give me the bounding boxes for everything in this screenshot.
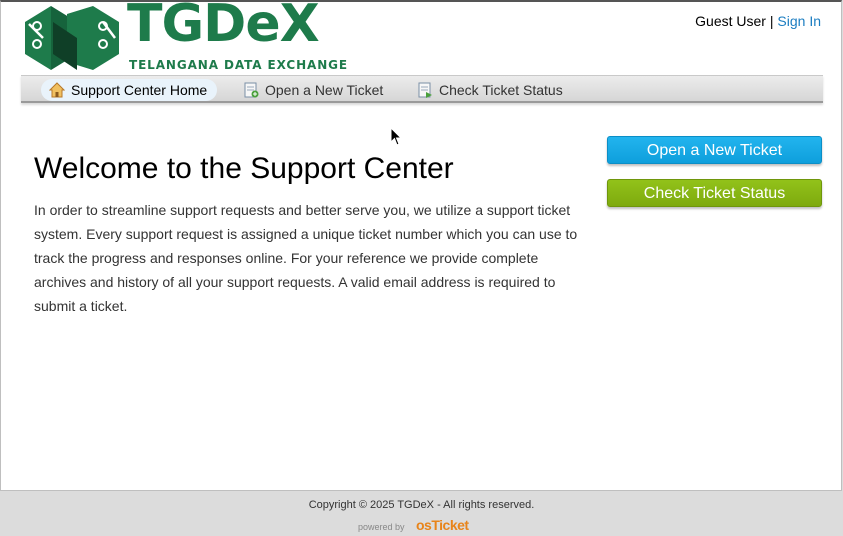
nav-item-new-ticket[interactable]: Open a New Ticket [235,79,393,101]
nav-item-label: Check Ticket Status [439,82,563,98]
nav-item-label: Support Center Home [71,82,208,98]
nav-item-home[interactable]: Support Center Home [41,79,218,101]
guest-user-label: Guest User [695,13,766,29]
open-new-ticket-button[interactable]: Open a New Ticket [607,136,822,164]
brand-logo[interactable]: TGDeX TELANGANA DATA EXCHANGE [23,0,347,74]
tgdex-badge-icon [25,6,119,70]
page-title: Welcome to the Support Center [34,152,454,185]
welcome-text: In order to streamline support requests … [34,202,578,314]
footer-copyright: Copyright © 2025 TGDeX - All rights rese… [308,499,535,511]
brand-tagline: TELANGANA DATA EXCHANGE [129,58,348,72]
mouse-cursor-icon [390,127,402,146]
new-ticket-icon [244,82,259,98]
nav-item-check-status[interactable]: Check Ticket Status [409,79,573,101]
user-separator: | [769,13,774,29]
sign-in-link[interactable]: Sign In [777,13,821,29]
page-container: TGDeX TELANGANA DATA EXCHANGE Guest User… [0,0,842,491]
home-icon [49,82,65,98]
powered-by-label: powered by [358,522,405,532]
brand-wordmark: TGDeX [127,0,320,54]
osticket-logo: osTicket [416,517,469,533]
nav-item-label: Open a New Ticket [265,82,384,98]
ticket-status-icon [418,82,432,98]
powered-by-osticket[interactable]: powered by osTicket [358,515,478,535]
check-ticket-status-button[interactable]: Check Ticket Status [607,179,822,207]
main-nav: Support Center Home Open a New Ticket Ch… [21,75,823,103]
user-area: Guest User | Sign In [695,13,821,29]
